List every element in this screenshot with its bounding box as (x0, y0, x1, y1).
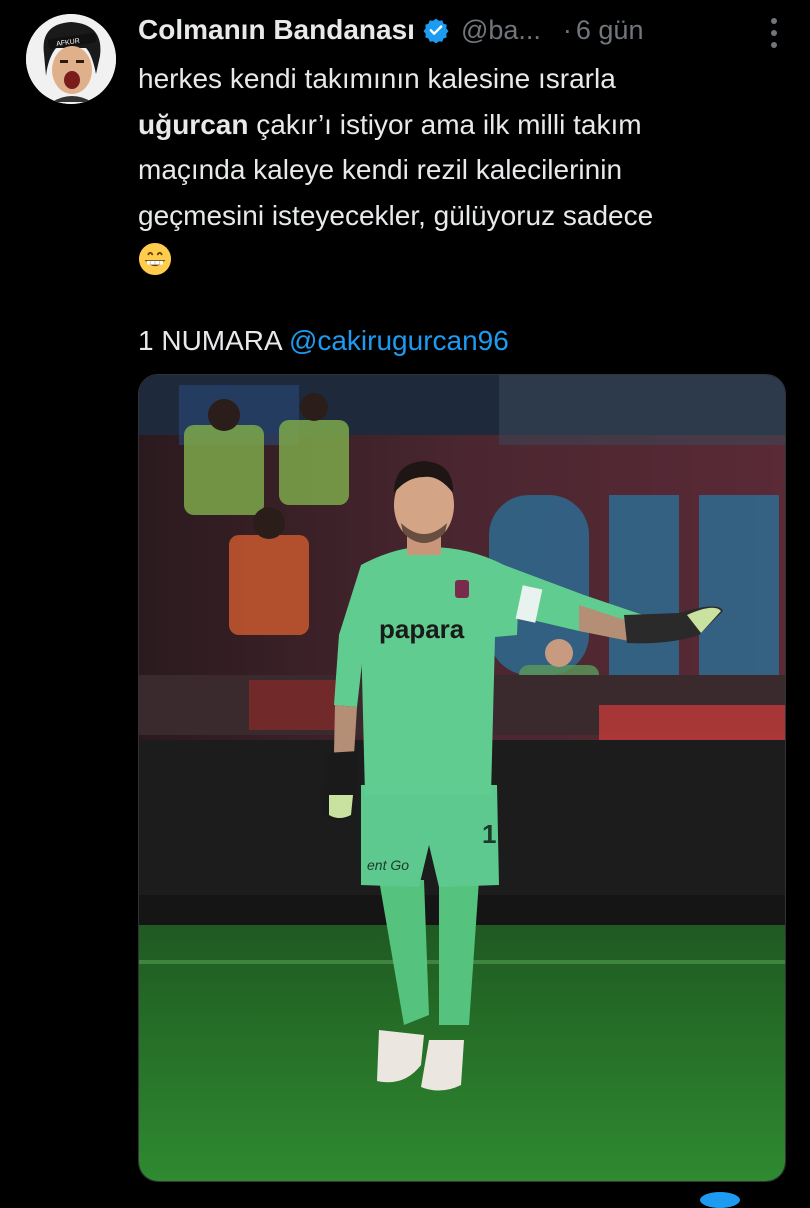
goalkeeper-photo: 1 ent Go papara (139, 375, 785, 1181)
bold-name: uğurcan (138, 108, 249, 140)
shirt-number: 1 (482, 819, 496, 849)
caption-text: 1 NUMARA (138, 325, 289, 356)
tweet-line-1: herkes kendi takımının kalesine ısrarla (138, 63, 616, 94)
verified-badge-icon[interactable] (423, 17, 449, 43)
handle[interactable]: @ba... (461, 15, 541, 46)
caption-line: 1 NUMARA @cakirugurcan96 (138, 318, 509, 363)
tweet-header: Colmanın Bandanası @ba... · 6 gün (138, 10, 770, 50)
avatar[interactable]: AFKUR (26, 14, 116, 104)
tweet-line-2-rest: çakır’ı istiyor ama ilk milli takım (248, 108, 642, 140)
mention-link[interactable]: @cakirugurcan96 (289, 325, 509, 356)
separator-dot: · (562, 14, 572, 45)
sponsor-text: papara (379, 614, 465, 644)
tweet-photo[interactable]: 1 ent Go papara (138, 374, 786, 1182)
grinning-face-icon (138, 242, 172, 276)
timestamp[interactable]: 6 gün (576, 15, 644, 46)
tweet-text: herkes kendi takımının kalesine ısrarla … (138, 56, 778, 284)
tweet-line-3: maçında kaleye kendi rezil kalecilerinin (138, 154, 623, 185)
scroll-hint (700, 1192, 740, 1208)
tweet-line-4: geçmesini isteyecekler, gülüyoruz sadece (138, 199, 654, 231)
tweet-line-5 (138, 238, 778, 284)
tweet-line-2: uğurcan çakır’ı istiyor ama ilk milli ta… (138, 102, 778, 148)
display-name[interactable]: Colmanın Bandanası (138, 14, 415, 46)
shorts-sponsor: ent Go (367, 857, 409, 873)
more-options-icon[interactable] (770, 17, 778, 49)
avatar-image: AFKUR (26, 14, 116, 104)
